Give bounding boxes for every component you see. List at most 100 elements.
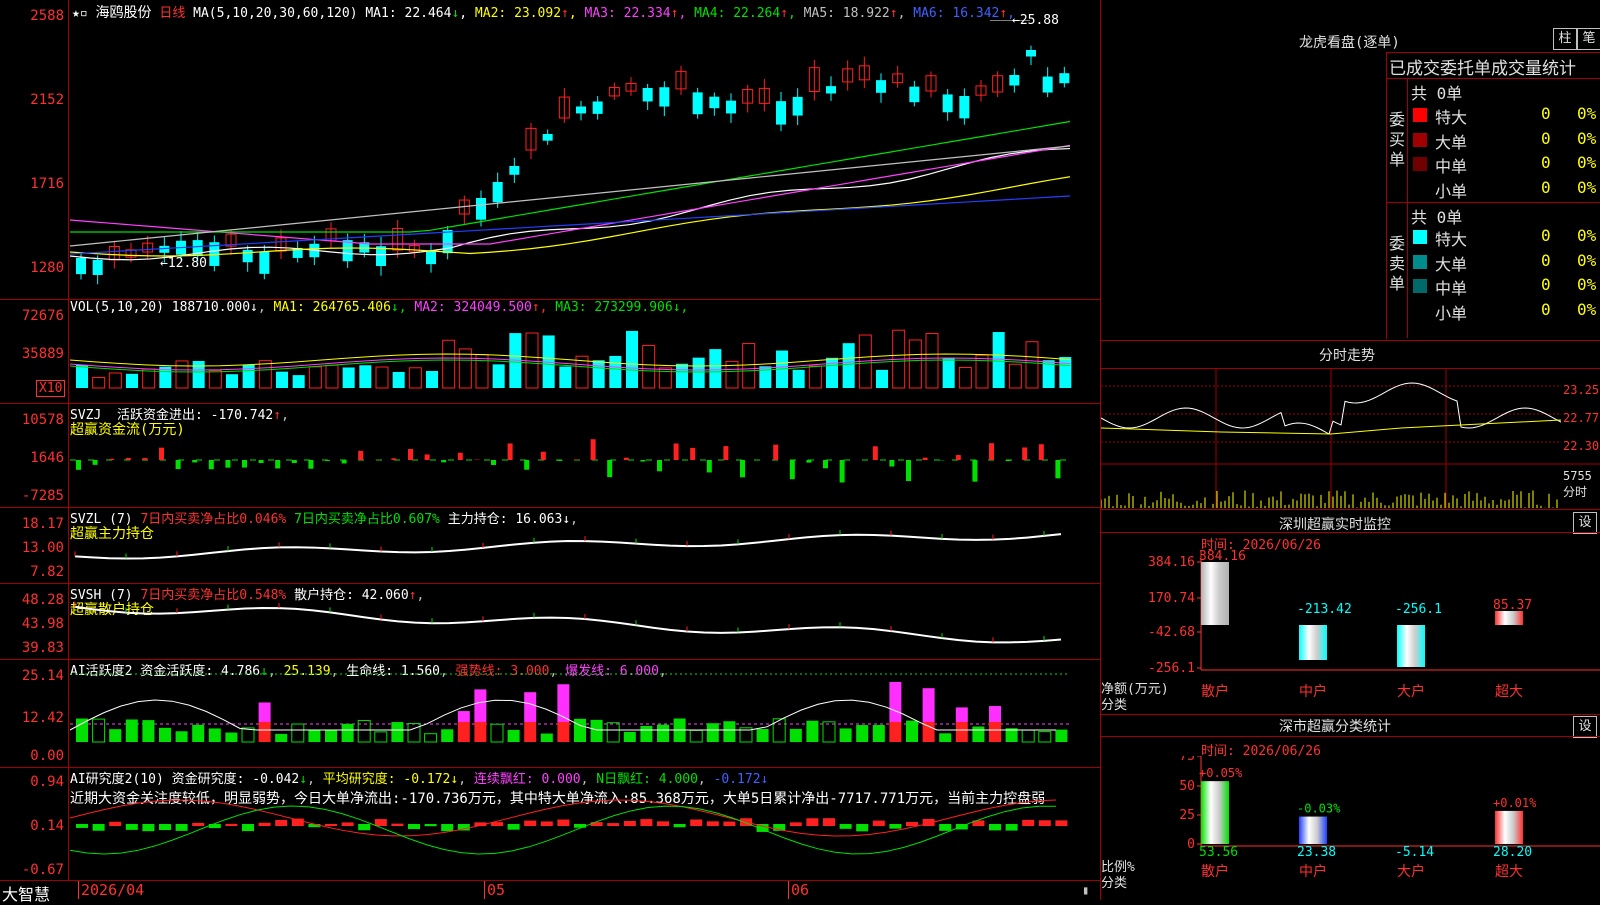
intraday-chart[interactable]: 23.2522.7722.305755分时: [1101, 368, 1600, 508]
ai-bar-hollow: [1022, 730, 1034, 742]
vol-ma-arrow-2: ↑,: [532, 300, 548, 315]
ai-bar-hollow: [491, 724, 503, 742]
bar-mode-button[interactable]: 柱: [1553, 28, 1577, 50]
svzj-tick-1: 10578: [4, 412, 64, 428]
monitor-chart[interactable]: 384.16170.74-42.68-256.1384.16散户-213.42中…: [1101, 550, 1600, 712]
ma-params: MA(5,10,20,30,60,120): [193, 6, 357, 21]
svzj-bar-neg: [640, 460, 645, 462]
ai-bar-hollow: [292, 724, 304, 742]
svzj-bar-neg: [441, 460, 446, 462]
svzj-bar-neg: [275, 460, 280, 468]
air-bar: [225, 824, 237, 826]
bar-y-tick: -256.1: [1148, 661, 1195, 676]
svzj-bar-pos: [508, 443, 513, 460]
bar-y-tick: -42.68: [1148, 625, 1195, 640]
ai-bar-base: [259, 722, 271, 742]
ma-value-3: MA3: 22.334: [577, 6, 671, 21]
kline-candle-down: [426, 251, 436, 264]
ma-values: MA1: 22.464↓, MA2: 23.092↑, MA3: 22.334↑…: [365, 6, 1015, 21]
svzj-bar-pos: [574, 459, 579, 460]
svzj-bar-neg: [707, 460, 712, 472]
sell-total: 共 0单: [1411, 204, 1462, 228]
classify-settings-button[interactable]: 设: [1573, 716, 1597, 738]
ai-bar-green: [939, 733, 951, 742]
ai-bar-green: [508, 730, 520, 742]
svzj-bar-neg: [806, 460, 811, 463]
lock-icon[interactable]: ▮: [1082, 883, 1089, 897]
ma-arrow-5: ↑: [890, 6, 898, 21]
tick-mode-button[interactable]: 笔: [1577, 28, 1600, 50]
order-color-swatch: [1413, 157, 1427, 171]
svzj-chart[interactable]: [70, 404, 1100, 508]
order-row-count: 0: [1541, 129, 1551, 148]
kline-chart[interactable]: [70, 20, 1100, 300]
ai-bar-green: [723, 721, 735, 742]
vol-bar-up: [309, 367, 321, 388]
order-row-pct: 0%: [1577, 251, 1596, 270]
order-row-pct: 0%: [1577, 226, 1596, 245]
svzj-panel[interactable]: 10578 1646 -7285 SVZJ 活跃资金进出: -170.742↑,…: [0, 404, 1100, 508]
ai-active-panel[interactable]: 25.14 12.42 0.00 AI活跃度2 资金活跃度: 4.786↓, 2…: [0, 660, 1100, 768]
svzj-bar-pos: [773, 445, 778, 460]
svzj-bar-neg: [740, 460, 745, 477]
volume-panel[interactable]: 72676 35889 X10 VOL(5,10,20) 188710.000↓…: [0, 300, 1100, 404]
volume-chart[interactable]: [70, 316, 1100, 404]
ai-bar-base: [474, 722, 486, 742]
vol-bar-down: [343, 367, 355, 388]
vol-bar-down: [1059, 357, 1071, 388]
svzj-bar-pos: [956, 455, 961, 460]
kline-candle-down: [343, 240, 353, 261]
ai-bar-hollow: [1039, 732, 1051, 742]
order-stat-header-divider: [1386, 78, 1600, 79]
svzj-bar-pos: [109, 459, 114, 460]
bar-value-label: -256.1: [1395, 602, 1442, 617]
ai-bar-green: [640, 726, 652, 742]
svzj-bar-neg: [906, 460, 911, 481]
svzj-bar-pos: [923, 458, 928, 460]
svsh-tick-1: 48.28: [4, 592, 64, 608]
ai-bar-green: [1055, 730, 1067, 742]
ai-active-chart[interactable]: [70, 660, 1100, 768]
svzj-bar-pos: [358, 451, 363, 460]
svsh-panel[interactable]: 48.28 43.98 39.83 SVSH (7) 7日内买卖净占比0.548…: [0, 584, 1100, 660]
air-bar: [707, 821, 719, 826]
svzl-panel[interactable]: 18.17 13.00 7.82 SVZL (7) 7日内买卖净占比0.046%…: [0, 508, 1100, 584]
order-row-count: 0: [1541, 226, 1551, 245]
kline-candle-down: [1059, 73, 1069, 83]
kline-candle-down: [159, 246, 169, 253]
classify-chart[interactable]: 755025053.56+0.05%散户23.38-0.03%中户-5.14大户…: [1101, 756, 1600, 900]
ai-bar-hollow: [690, 730, 702, 742]
kline-candle-down: [493, 182, 503, 202]
ai-bar-hollow: [375, 732, 387, 742]
svzj-bar-neg: [325, 460, 330, 461]
ai-research-chart[interactable]: [70, 768, 1100, 880]
kline-panel[interactable]: 2588 2152 1716 1280 ★▫ 海鸥股份 日线 MA(5,10,2…: [0, 0, 1100, 300]
svsh-chart[interactable]: [70, 584, 1100, 660]
bar-散户: [1201, 562, 1229, 625]
period-label[interactable]: 日线: [159, 6, 185, 21]
buy-sell-divider: [1386, 202, 1600, 203]
svzj-bar-pos: [458, 453, 463, 460]
bar-y-tick: 50: [1179, 779, 1195, 794]
svzl-chart[interactable]: [70, 508, 1100, 584]
air-bar: [840, 824, 852, 829]
month-05: 05: [484, 881, 505, 899]
air-bar: [508, 824, 520, 830]
monitor-settings-button[interactable]: 设: [1573, 512, 1597, 534]
kline-candle-down: [593, 101, 603, 113]
bar-value-label: 23.38: [1297, 845, 1336, 860]
ai-bar-burst: [259, 702, 271, 722]
bar-中户: [1299, 625, 1327, 660]
buy-side-label: 委买单: [1388, 110, 1406, 170]
ai-research-panel[interactable]: 0.94 0.14 -0.67 AI研究度2(10) 资金研究度: -0.042…: [0, 768, 1100, 880]
ai-bar-hollow: [408, 724, 420, 742]
ai-bar-base: [989, 722, 1001, 742]
ai-bar-green: [873, 725, 885, 742]
vol-bar-down: [626, 331, 638, 388]
bar-散户: [1201, 781, 1229, 844]
order-color-swatch: [1413, 255, 1427, 269]
kline-header: ★▫ 海鸥股份 日线 MA(5,10,20,30,60,120) MA1: 22…: [72, 2, 1015, 22]
vol-tick-1: 72676: [4, 308, 64, 324]
stock-name[interactable]: 海鸥股份: [95, 5, 151, 21]
svzj-bar-pos: [873, 446, 878, 460]
